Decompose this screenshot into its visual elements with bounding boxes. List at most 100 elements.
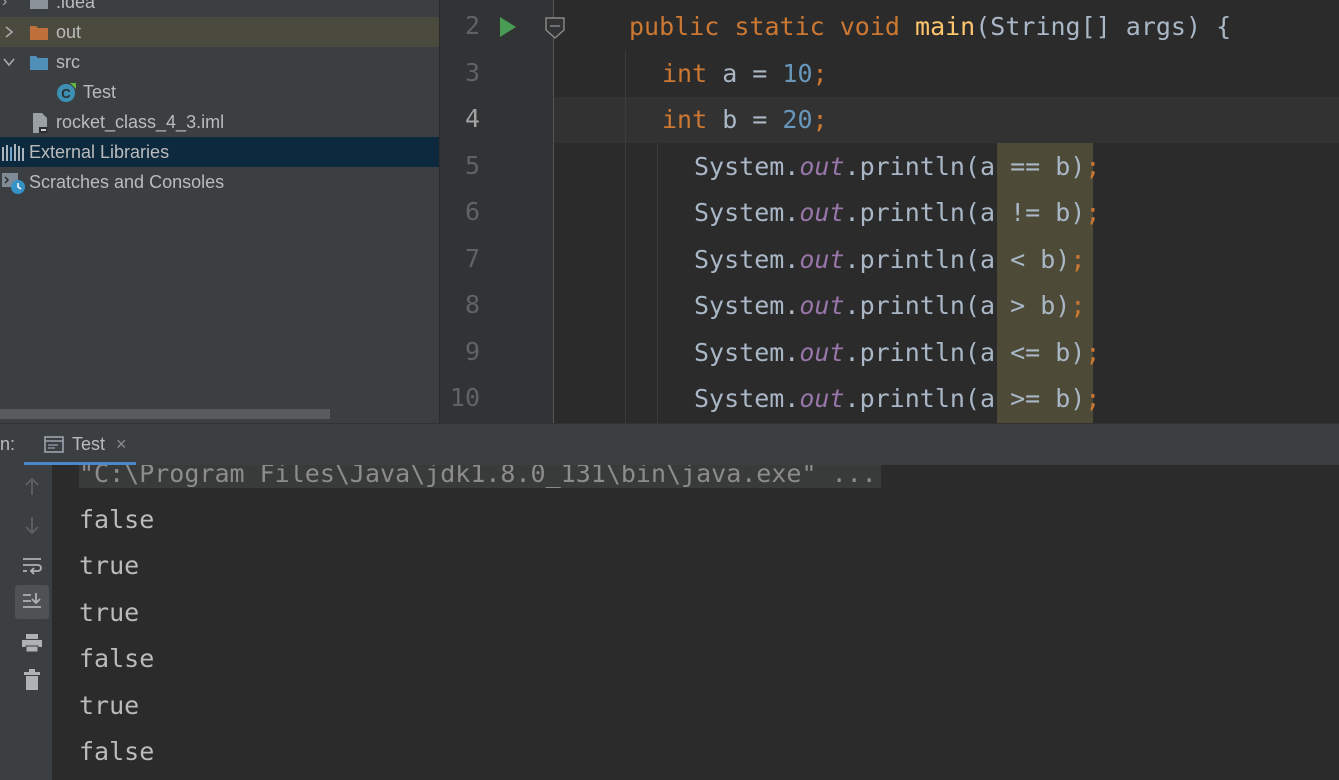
tree-item-label: .idea	[56, 0, 96, 12]
console-output[interactable]: "C:\Program Files\Java\jdk1.8.0_131\bin\…	[52, 465, 1339, 780]
code-line-6: System.out.println(a != b);	[694, 190, 1100, 236]
static-field: out	[799, 245, 845, 274]
keyword: int	[662, 59, 708, 88]
arrow-down-icon[interactable]	[15, 508, 49, 542]
code-text: System.	[694, 152, 800, 181]
excluded-folder-icon	[30, 26, 48, 40]
scroll-to-end-icon[interactable]	[15, 585, 49, 619]
code-text: .println(	[844, 291, 980, 320]
static-field: out	[799, 384, 845, 413]
code-text: )	[1070, 152, 1086, 181]
tree-item-out[interactable]: out	[0, 17, 439, 47]
code-line-8: System.out.println(a > b);	[694, 283, 1085, 329]
run-label: n:	[0, 434, 16, 454]
code-arg: a >= b	[979, 384, 1071, 413]
line-number: 3	[464, 58, 480, 87]
libraries-icon	[2, 144, 24, 161]
line-number: 6	[464, 197, 480, 226]
tab-label: Test	[72, 434, 106, 454]
trash-icon[interactable]	[15, 663, 49, 697]
arrow-up-icon[interactable]	[15, 470, 49, 504]
code-text: )	[1055, 245, 1071, 274]
line-number: 10	[449, 383, 480, 412]
static-field: out	[799, 338, 845, 367]
tab-test[interactable]: Test ×	[24, 424, 136, 466]
output-line: true	[79, 551, 140, 580]
chevron-right-icon[interactable]	[2, 25, 16, 39]
semicolon: ;	[812, 59, 828, 88]
output-line: false	[79, 737, 155, 766]
semicolon: ;	[1085, 338, 1101, 367]
code-text: System.	[694, 198, 800, 227]
code-text: )	[1070, 338, 1086, 367]
semicolon: ;	[1070, 245, 1086, 274]
java-class-icon: C	[57, 83, 76, 102]
keyword: void	[839, 12, 900, 41]
tree-item-scratches[interactable]: Scratches and Consoles	[0, 167, 439, 197]
keyword: int	[662, 105, 708, 134]
run-toolbar	[0, 465, 52, 780]
code-arg: a != b	[979, 198, 1071, 227]
svg-text:C: C	[61, 86, 71, 101]
method-name: main	[915, 12, 976, 41]
run-tool-window-header: n: Test ×	[0, 423, 1339, 466]
fold-icon[interactable]	[544, 16, 566, 42]
code-arg: a < b	[979, 245, 1056, 274]
tree-item-idea[interactable]: › .idea	[0, 0, 439, 17]
code-text: .println(	[844, 152, 980, 181]
output-line: true	[79, 691, 140, 720]
code-line-2: public static void main(String[] args) {	[629, 4, 1231, 50]
code-text: )	[1070, 198, 1086, 227]
keyword: static	[734, 12, 825, 41]
code-text: .println(	[844, 245, 980, 274]
print-icon[interactable]	[15, 626, 49, 660]
code-text: a =	[707, 59, 783, 88]
code-arg: a > b	[979, 291, 1056, 320]
tree-item-label: rocket_class_4_3.iml	[56, 111, 225, 132]
line-number: 8	[464, 290, 480, 319]
code-line-7: System.out.println(a < b);	[694, 237, 1085, 283]
code-text: .println(	[844, 338, 980, 367]
chevron-down-icon[interactable]	[2, 55, 16, 69]
tree-item-external-libraries[interactable]: External Libraries	[0, 137, 439, 167]
tree-item-src[interactable]: src	[0, 47, 439, 77]
command-line: "C:\Program Files\Java\jdk1.8.0_131\bin\…	[79, 465, 881, 488]
horizontal-scrollbar[interactable]	[0, 409, 330, 419]
module-file-icon	[33, 113, 47, 133]
tree-item-iml-file[interactable]: rocket_class_4_3.iml	[0, 107, 439, 137]
line-number: 7	[464, 244, 480, 273]
tree-item-test-class[interactable]: C Test	[0, 77, 439, 107]
soft-wrap-icon[interactable]	[15, 549, 49, 583]
run-icon[interactable]	[498, 16, 518, 38]
code-editor[interactable]: 2 3 4 5 6 7 8 9 10 public static void ma…	[440, 0, 1339, 423]
semicolon: ;	[1085, 384, 1101, 413]
semicolon: ;	[812, 105, 828, 134]
code-text: b =	[707, 105, 783, 134]
code-text: (String[] args) {	[975, 12, 1232, 41]
code-line-5: System.out.println(a == b);	[694, 144, 1100, 190]
code-line-10: System.out.println(a >= b);	[694, 376, 1100, 422]
static-field: out	[799, 152, 845, 181]
semicolon: ;	[1085, 152, 1101, 181]
line-number: 5	[464, 151, 480, 180]
number-literal: 20	[782, 105, 813, 134]
console-icon	[44, 436, 64, 453]
semicolon: ;	[1070, 291, 1086, 320]
semicolon: ;	[1085, 198, 1101, 227]
code-line-3: int a = 10;	[662, 51, 828, 97]
line-number: 4	[464, 104, 480, 133]
keyword: public	[629, 12, 720, 41]
code-text: System.	[694, 338, 800, 367]
code-line-9: System.out.println(a <= b);	[694, 330, 1100, 376]
tree-item-label: External Libraries	[29, 141, 170, 162]
tree-item-label: out	[56, 21, 82, 42]
close-icon[interactable]: ×	[116, 434, 127, 455]
output-line: false	[79, 644, 155, 673]
chevron-right-icon[interactable]: ›	[2, 0, 16, 10]
output-line: true	[79, 598, 140, 627]
code-text: )	[1055, 291, 1071, 320]
indent-guide	[657, 143, 658, 423]
code-line-4: int b = 20;	[662, 97, 828, 143]
tree-item-label: Scratches and Consoles	[29, 171, 225, 192]
static-field: out	[799, 291, 845, 320]
